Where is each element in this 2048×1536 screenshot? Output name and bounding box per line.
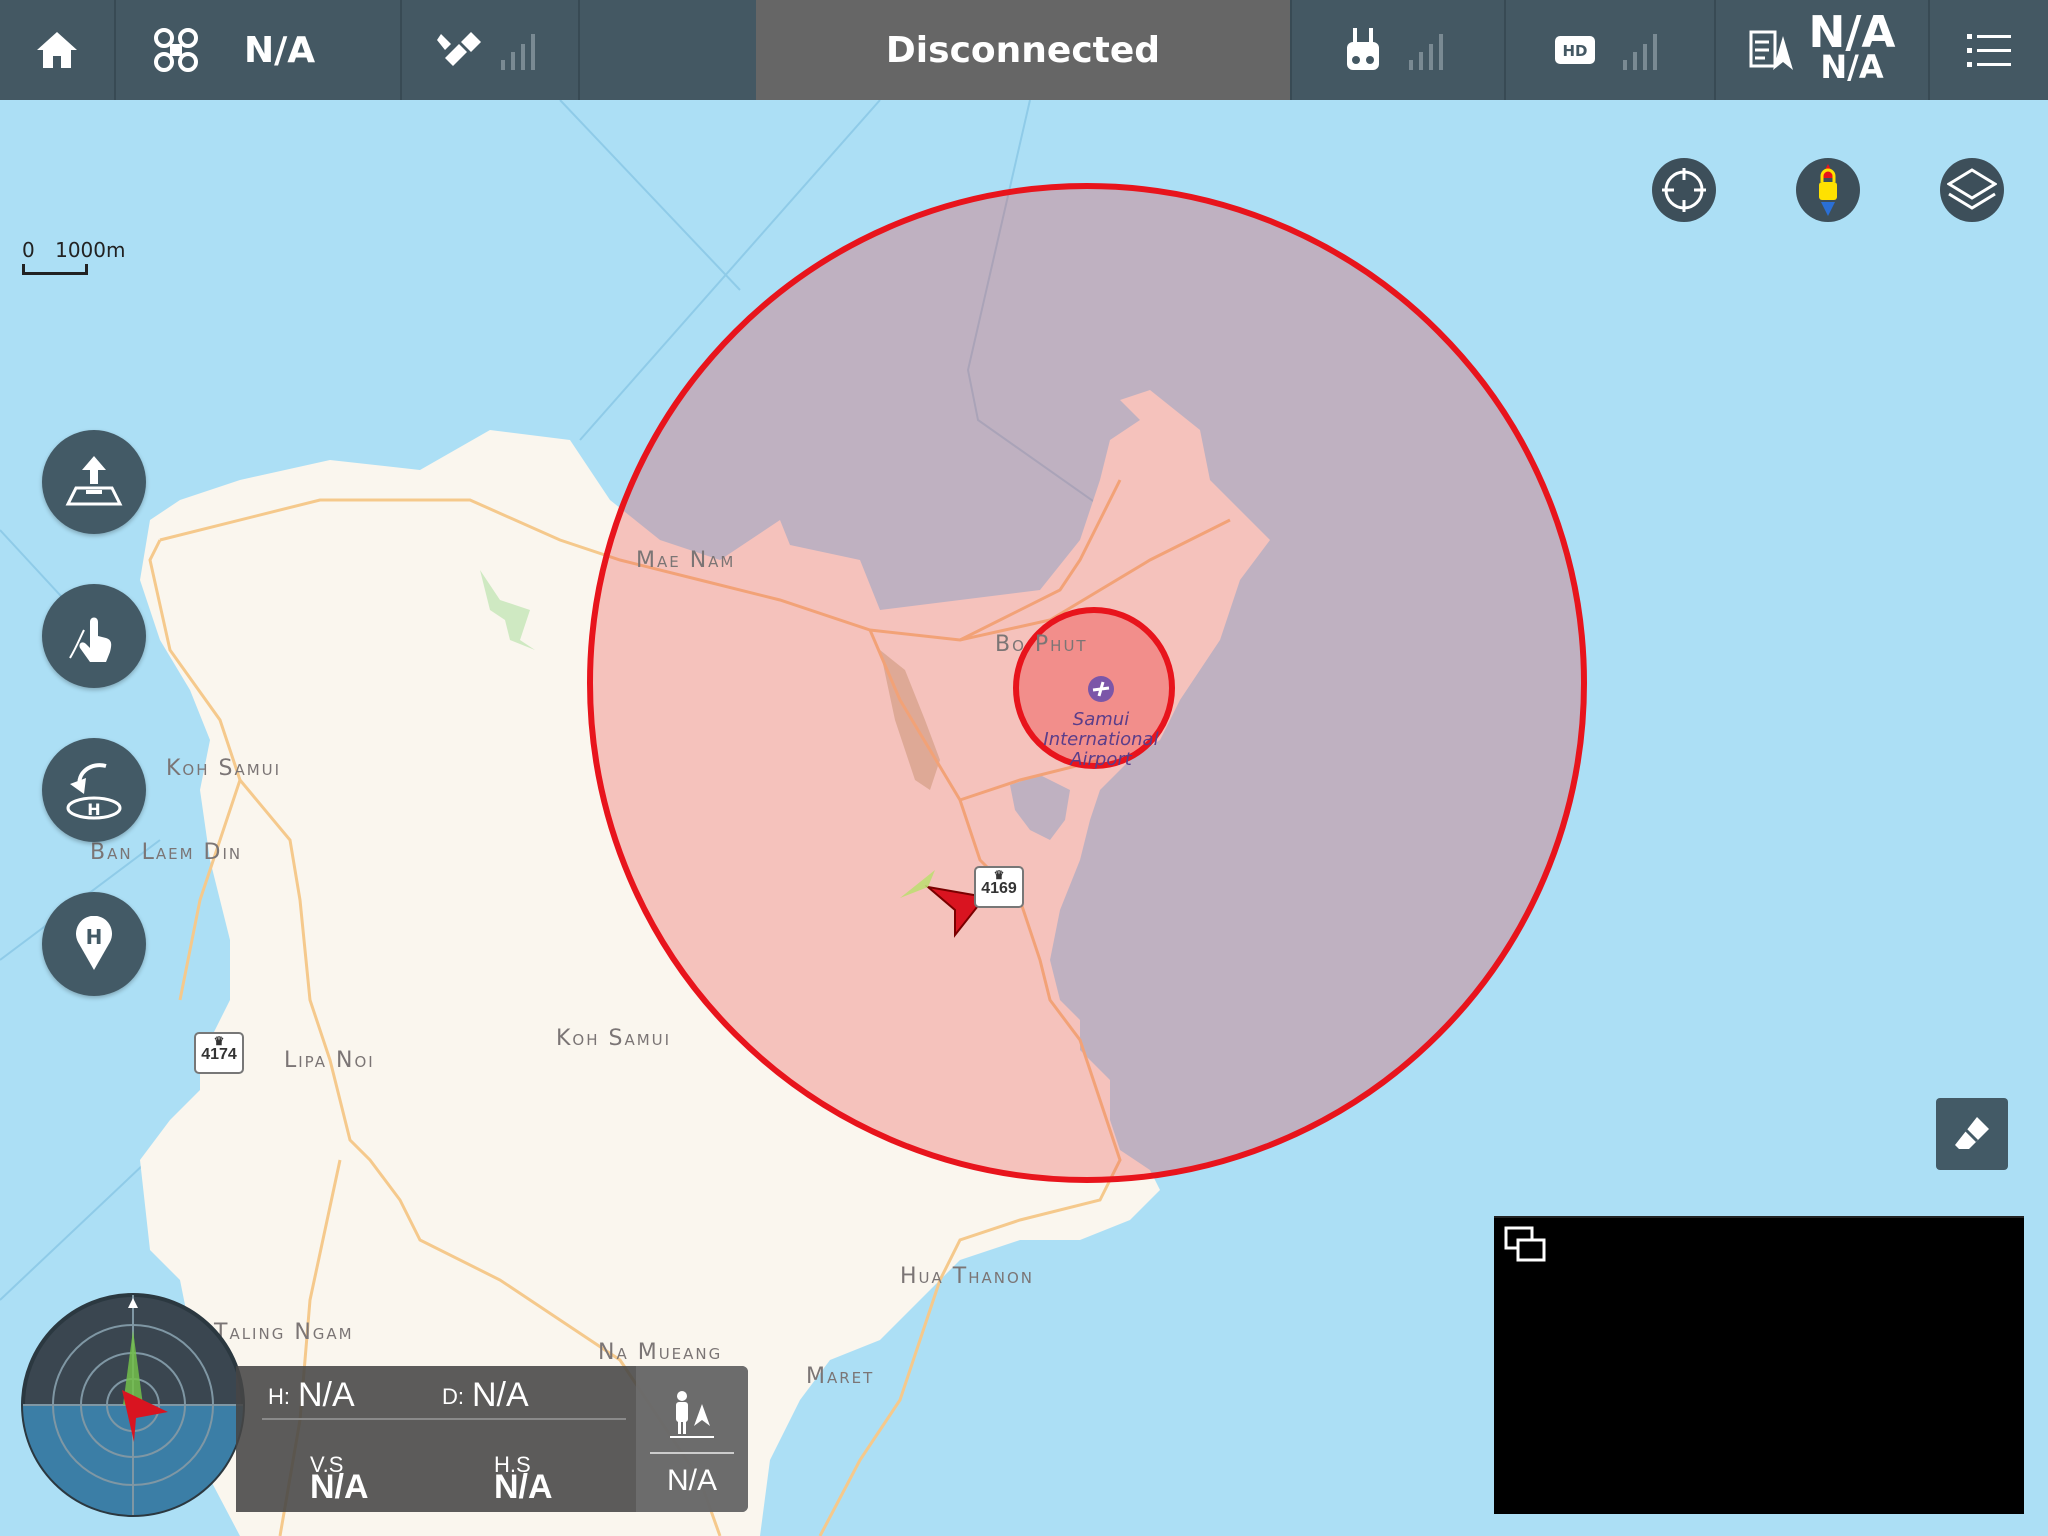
checklist-icon [1749,30,1793,70]
telemetry-side-divider [650,1452,734,1454]
return-home-icon: H [66,763,122,820]
clear-path-button[interactable] [1936,1098,2008,1170]
home-pin-icon: H [76,916,112,970]
distance-label: D: [442,1384,464,1409]
top-status-bar: N/A Disconnected HD N/A N/A [0,0,2048,100]
height-label: H: [268,1384,290,1409]
hd-video-icon: HD [1555,36,1595,64]
satellite-icon [437,32,481,66]
svg-text:H: H [86,925,103,949]
road-badge-4169: ♛ 4169 [974,866,1024,908]
aircraft-status[interactable]: N/A [116,0,402,100]
person-distance-icon [670,1391,714,1438]
swap-view-icon[interactable] [1504,1226,1546,1264]
rc-signal[interactable] [1292,0,1506,100]
map-label-na-mueang: Na Mueang [598,1340,723,1365]
takeoff-icon [65,456,123,506]
aircraft-mode-value: N/A [244,29,316,71]
compass-lock-button[interactable] [1796,158,1860,222]
height-value: N/A [298,1376,355,1414]
eraser-icon [1955,1117,1989,1149]
battery-bottom-value: N/A [1820,48,1884,86]
road-badge-4174: ♛ 4174 [194,1032,244,1074]
home-point-button[interactable]: H [42,892,146,996]
takeoff-button[interactable] [42,430,146,534]
airport-label: Samui International Airport [1026,710,1176,770]
return-home-button[interactable]: H [42,738,146,842]
battery-status[interactable]: N/A N/A [1716,0,1930,100]
telemetry-divider [262,1418,626,1420]
telemetry-panel: H: N/A D: N/A V.S N/A H.S N/A N/A [236,1366,748,1512]
scale-zero: 0 [22,238,35,262]
airport-label-line1: Samui [1072,709,1130,730]
map-label-lipa-noi: Lipa Noi [284,1048,375,1073]
menu-button[interactable] [1930,0,2048,100]
map-layers-button[interactable] [1940,158,2004,222]
battery-top-value: N/A [1808,7,1896,58]
scale-distance: 1000m [55,238,126,262]
home-button[interactable] [0,0,116,100]
signal-bars-icon [501,34,535,70]
connection-status-text: Disconnected [885,29,1161,71]
map-label-koh-samui: Koh Samui [166,756,282,781]
rc-signal-bars-icon [1409,34,1443,70]
map-label-bo-phut: Bo Phut [995,632,1088,657]
camera-preview[interactable] [1494,1216,2024,1514]
telemetry-side-value: N/A [666,1464,717,1497]
list-icon [1967,34,2011,67]
gesture-mode-button[interactable] [42,584,146,688]
map-label-ban-laem-din: Ban Laem Din [90,840,243,865]
remote-controller-icon [1347,28,1379,70]
vertical-speed-value: N/A [310,1468,369,1506]
crosshair-icon [1662,168,1706,212]
map-label-maret: Maret [806,1364,875,1389]
connection-status[interactable]: Disconnected [756,0,1292,100]
map-label-hua-thanon: Hua Thanon [900,1264,1035,1289]
airport-label-line3: Airport [1070,749,1132,770]
svg-text:H: H [87,800,100,819]
svg-text:HD: HD [1562,42,1587,60]
hand-pointer-icon [69,617,112,662]
hd-signal[interactable]: HD [1506,0,1716,100]
locate-button[interactable] [1652,158,1716,222]
topbar-spacer [580,0,758,100]
layers-icon [1947,168,1997,210]
horizontal-speed-value: N/A [494,1468,553,1506]
telemetry-side-panel[interactable]: N/A [636,1366,748,1512]
attitude-radar[interactable] [18,1290,248,1520]
hd-signal-bars-icon [1623,34,1657,70]
distance-value: N/A [472,1376,529,1414]
drone-icon [154,28,198,72]
compass-lock-icon [1819,164,1837,216]
gps-status[interactable] [402,0,580,100]
airport-label-line2: International [1043,729,1159,750]
map-label-mae-nam: Mae Nam [636,548,736,573]
home-icon [37,32,77,68]
map-label-koh-samui-center: Koh Samui [556,1026,672,1051]
map-scale: 0 1000m [22,238,125,275]
